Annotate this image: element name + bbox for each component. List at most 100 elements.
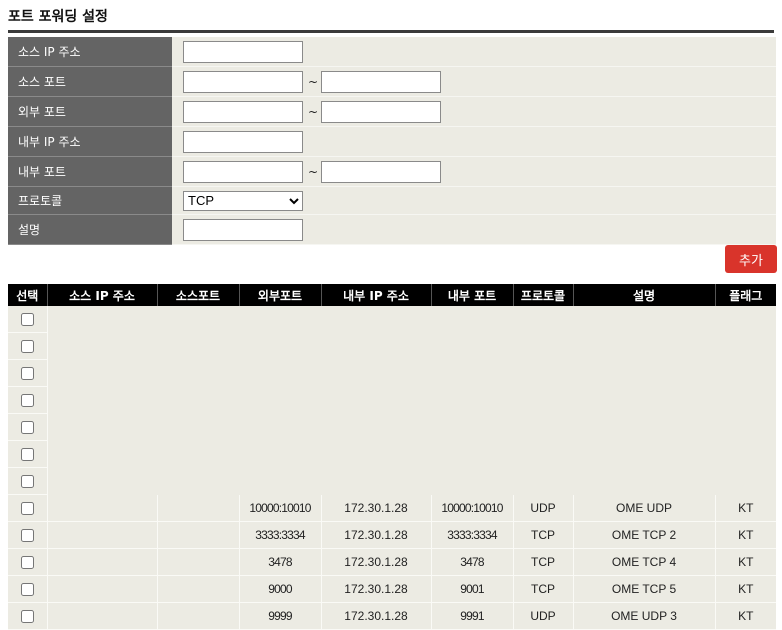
empty-cell [47,440,776,468]
description-cell: OME TCP 2 [573,521,716,549]
source-port-from-input[interactable] [183,70,303,93]
col-flag-header: 플래그 [715,284,776,306]
port-forward-form: 소스 IP 주소 소스 포트 ~ 외부 포트 ~ 내부 IP 주소 내부 포트 … [8,37,776,245]
source-port-to-input[interactable] [321,70,442,93]
source-port-cell [157,575,240,603]
empty-cell [47,467,776,495]
empty-table-row [8,440,776,468]
col-internal-port-header: 내부 포트 [431,284,514,306]
flag-cell: KT [715,494,776,522]
internal-ip-cell: 172.30.1.28 [321,602,432,630]
protocol-cell: TCP [513,521,574,549]
select-cell [8,332,48,360]
protocol-label: 프로토콜 [8,187,172,215]
row-select-checkbox[interactable] [20,529,34,543]
col-external-port-header: 외부포트 [239,284,322,306]
select-cell [8,521,48,549]
row-select-checkbox[interactable] [20,367,34,381]
row-select-checkbox[interactable] [20,583,34,597]
row-select-checkbox[interactable] [20,475,34,489]
select-cell [8,359,48,387]
description-cell: OME TCP 4 [573,548,716,576]
source-port-label: 소스 포트 [8,67,172,97]
empty-table-row [8,413,776,441]
internal-port-cell: 3478 [431,548,514,576]
external-port-from-input[interactable] [183,100,303,123]
internal-ip-cell: 172.30.1.28 [321,548,432,576]
empty-cell [47,332,776,360]
description-cell: OME UDP 3 [573,602,716,630]
empty-table-row [8,359,776,387]
select-cell [8,306,48,333]
description-label: 설명 [8,215,172,245]
select-cell [8,467,48,495]
title-divider [8,30,774,33]
external-port-cell: 3478 [239,548,322,576]
source-port-cell [157,521,240,549]
flag-cell: KT [715,521,776,549]
empty-cell [47,359,776,387]
col-description-header: 설명 [573,284,716,306]
row-select-checkbox[interactable] [20,610,34,624]
port-forward-table: 선택 소스 IP 주소 소스포트 외부포트 내부 IP 주소 내부 포트 프로토콜 설명 플래그… [8,284,776,630]
form-row-internal-ip: 내부 IP 주소 [8,127,776,157]
source-ip-cell [47,548,158,576]
source-port-cell [157,494,240,522]
add-button[interactable]: 추가 [725,245,777,273]
internal-ip-input[interactable] [183,130,303,153]
internal-ip-cell: 172.30.1.28 [321,575,432,603]
form-row-internal-port: 내부 포트 ~ [8,157,776,187]
select-cell [8,494,48,522]
empty-table-row [8,306,776,333]
empty-cell [47,306,776,333]
source-ip-input[interactable] [183,40,303,63]
internal-port-cell: 9991 [431,602,514,630]
row-select-checkbox[interactable] [20,448,34,462]
range-separator: ~ [308,164,319,179]
table-row: 3478 172.30.1.28 3478 TCP OME TCP 4 KT [8,548,776,576]
table-row: 9000 172.30.1.28 9001 TCP OME TCP 5 KT [8,575,776,603]
form-row-source-port: 소스 포트 ~ [8,67,776,97]
flag-cell: KT [715,548,776,576]
internal-port-cell: 9001 [431,575,514,603]
empty-table-row [8,386,776,414]
protocol-select[interactable]: TCP [183,190,303,211]
row-select-checkbox[interactable] [20,421,34,435]
page-title: 포트 포워딩 설정 [8,9,108,25]
source-ip-cell [47,494,158,522]
internal-port-to-input[interactable] [321,160,442,183]
row-select-checkbox[interactable] [20,556,34,570]
external-port-to-input[interactable] [321,100,442,123]
empty-table-row [8,332,776,360]
protocol-cell: UDP [513,494,574,522]
form-row-description: 설명 [8,215,776,245]
table-row: 10000:10010 172.30.1.28 10000:10010 UDP OME … [8,494,776,522]
select-cell [8,602,48,630]
description-cell: OME TCP 5 [573,575,716,603]
external-port-label: 외부 포트 [8,97,172,127]
table-row: 9999 172.30.1.28 9991 UDP OME UDP 3 KT [8,602,776,630]
protocol-cell: TCP [513,548,574,576]
description-input[interactable] [183,218,303,241]
source-ip-cell [47,521,158,549]
table-header-row: 선택 소스 IP 주소 소스포트 외부포트 내부 IP 주소 내부 포트 프로토콜 설명 플래그 [8,284,776,306]
internal-port-from-input[interactable] [183,160,303,183]
empty-cell [47,386,776,414]
table-row: 3333:3334 172.30.1.28 3333:3334 TCP OME TCP … [8,521,776,549]
row-select-checkbox[interactable] [20,313,34,327]
external-port-cell: 9000 [239,575,322,603]
row-select-checkbox[interactable] [20,394,34,408]
empty-table-row [8,467,776,495]
select-cell [8,386,48,414]
source-port-cell [157,548,240,576]
col-internal-ip-header: 내부 IP 주소 [321,284,432,306]
row-select-checkbox[interactable] [20,502,34,516]
row-select-checkbox[interactable] [20,340,34,354]
internal-ip-cell: 172.30.1.28 [321,521,432,549]
select-cell [8,575,48,603]
select-cell [8,440,48,468]
col-source-ip-header: 소스 IP 주소 [47,284,158,306]
col-source-port-header: 소스포트 [157,284,240,306]
external-port-cell: 9999 [239,602,322,630]
description-cell: OME UDP [573,494,716,522]
